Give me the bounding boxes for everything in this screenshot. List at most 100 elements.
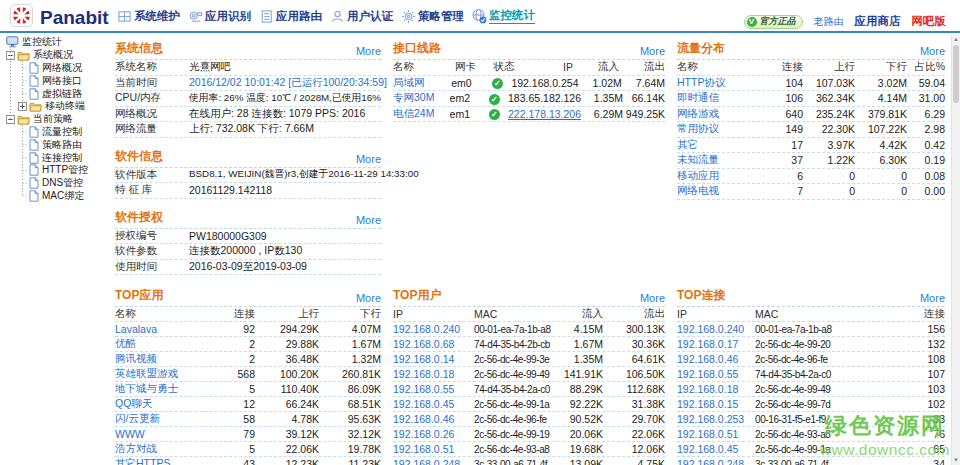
more-link[interactable]: More	[356, 214, 381, 226]
user-link[interactable]: 192.168.0.14	[393, 353, 474, 365]
interface-row: 专网30Mem2✓183.65.182.1261.35M66.14K	[393, 91, 665, 107]
conn-link[interactable]: 192.168.0.18	[677, 383, 755, 395]
traffic-link[interactable]: 未知流量	[677, 153, 758, 167]
scroll-up-arrow[interactable]: ▲	[952, 35, 960, 44]
column-2-top: 接口线路More 名称网卡状态IP流入流出局域网em0✓192.168.0.25…	[393, 41, 665, 293]
interface-link[interactable]: 局域网	[393, 76, 451, 90]
traffic-link[interactable]: 移动应用	[677, 169, 758, 183]
app-link[interactable]: WWW	[115, 428, 210, 440]
conn-link[interactable]: 192.168.0.17	[677, 338, 755, 350]
info-row: 网络流量上行: 732.08K 下行: 7.66M	[115, 122, 381, 138]
more-link[interactable]: More	[356, 292, 381, 304]
app-row: QQ聊天1266.24K68.51K	[115, 397, 381, 412]
panel-title: TOP用户	[393, 287, 441, 304]
netbar-version-link[interactable]: 网吧版	[912, 14, 947, 29]
traffic-link[interactable]: 网络游戏	[677, 107, 758, 121]
more-link[interactable]: More	[920, 45, 945, 57]
conn-link[interactable]: 192.168.0.51	[677, 428, 755, 440]
app-store-link[interactable]: 应用商店	[855, 14, 901, 29]
main-nav: 系统维护应用识别应用路由用户认证策略管理监控统计	[116, 0, 535, 32]
conn-link[interactable]: 192.168.0.45	[677, 443, 755, 455]
more-link[interactable]: More	[356, 153, 381, 165]
policy-icon	[400, 8, 416, 24]
panel-top-users: TOP用户More IPMAC流入流出192.168.0.24000-01-ea…	[393, 293, 665, 465]
conn-row: 192.168.0.152c-56-dc-4e-99-7d102	[677, 397, 945, 412]
more-link[interactable]: More	[640, 45, 665, 57]
conn-row: 192.168.0.25300-16-31-f5-e1-f983	[677, 412, 945, 427]
nav-identify[interactable]: 应用识别	[187, 8, 251, 24]
user-row: 192.168.0.462c-56-dc-4e-96-fe90.52K29.70…	[393, 412, 665, 427]
app-link[interactable]: 其它HTTPS	[115, 457, 210, 465]
conn-link[interactable]: 192.168.0.55	[677, 368, 755, 380]
app-link[interactable]: 闪/云更新	[115, 412, 210, 426]
traffic-link[interactable]: HTTP协议	[677, 76, 758, 90]
traffic-row: 其它173.97K4.42K0.42	[677, 138, 945, 154]
traffic-link[interactable]: 常用协议	[677, 122, 758, 136]
nav-auth[interactable]: 用户认证	[329, 8, 393, 24]
scrollbar-thumb[interactable]	[953, 45, 959, 103]
column-3-top: 流量分布More 名称连接上行下行占比%HTTP协议104107.03K3.02…	[677, 41, 945, 293]
app-row: 英雄联盟游戏568100.20K260.81K	[115, 367, 381, 382]
traffic-row: HTTP协议104107.03K3.02M59.04	[677, 76, 945, 92]
interface-link[interactable]: 电信24M	[393, 107, 450, 121]
scrollbar[interactable]: ▲ ▼	[951, 35, 960, 465]
conn-link[interactable]: 192.168.0.253	[677, 413, 755, 425]
panel-title: TOP应用	[115, 287, 163, 304]
interface-row: 电信24Mem1✓222.178.13.2066.29M949.25K	[393, 107, 665, 123]
main-content: 系统信息More 系统名称光熹网吧当前时间2016/12/02 10:01:42…	[115, 41, 945, 465]
user-link[interactable]: 192.168.0.51	[393, 443, 474, 455]
user-link[interactable]: 192.168.0.240	[393, 323, 474, 335]
user-link[interactable]: 192.168.0.45	[393, 398, 474, 410]
info-row: 特 征 库20161129.142118	[115, 183, 381, 199]
scroll-down-arrow[interactable]: ▼	[952, 456, 960, 465]
nav-route[interactable]: 应用路由	[258, 8, 322, 24]
more-link[interactable]: More	[356, 45, 381, 57]
nav-maintain[interactable]: 系统维护	[116, 8, 180, 24]
nav-monitor[interactable]: 监控统计	[471, 8, 535, 24]
app-link[interactable]: QQ聊天	[115, 397, 210, 411]
interface-ip: 192.168.0.254	[511, 77, 578, 89]
user-link[interactable]: 192.168.0.55	[393, 383, 474, 395]
info-row: 当前时间2016/12/02 10:01:42 [已运行100/20:34:59…	[115, 76, 381, 92]
traffic-link[interactable]: 即时通信	[677, 91, 758, 105]
conn-link[interactable]: 192.168.0.248	[677, 458, 755, 465]
more-link[interactable]: More	[640, 292, 665, 304]
app-link[interactable]: Lavalava	[115, 323, 210, 335]
app-link[interactable]: 地下城与勇士	[115, 382, 210, 396]
user-row: 192.168.0.6874-d4-35-b4-2b-cb1.67M30.36K	[393, 337, 665, 352]
user-link[interactable]: 192.168.0.46	[393, 413, 474, 425]
old-router-link[interactable]: 老路由	[814, 15, 844, 29]
user-link[interactable]: 192.168.0.68	[393, 338, 474, 350]
app-link[interactable]: 英雄联盟游戏	[115, 367, 210, 381]
user-header: IPMAC流入流出	[393, 307, 665, 322]
conn-link[interactable]: 192.168.0.15	[677, 398, 755, 410]
user-row: 192.168.0.5574-d4-35-b4-2a-c088.29K112.6…	[393, 382, 665, 397]
user-row: 192.168.0.24000-01-ea-7a-1b-a84.15M300.1…	[393, 322, 665, 337]
conn-link[interactable]: 192.168.0.46	[677, 353, 755, 365]
user-link[interactable]: 192.168.0.26	[393, 428, 474, 440]
traffic-header: 名称连接上行下行占比%	[677, 60, 945, 76]
app-row: 腾讯视频236.48K1.32M	[115, 352, 381, 367]
interfaces-header: 名称网卡状态IP流入流出	[393, 60, 665, 76]
more-link[interactable]: More	[920, 292, 945, 304]
logo: Panabit	[10, 4, 109, 31]
conn-row: 192.168.0.24000-01-ea-7a-1b-a8156	[677, 322, 945, 337]
user-link[interactable]: 192.168.0.18	[393, 368, 474, 380]
app-row: 地下城与勇士5110.40K86.09K	[115, 382, 381, 397]
identify-icon	[187, 8, 203, 24]
traffic-link[interactable]: 网络电视	[677, 184, 758, 198]
user-link[interactable]: 192.168.0.248	[393, 458, 474, 465]
traffic-link[interactable]: 其它	[677, 138, 758, 152]
nav-policy[interactable]: 策略管理	[400, 8, 464, 24]
app-link[interactable]: 优酷	[115, 337, 210, 351]
app-link[interactable]: 腾讯视频	[115, 352, 210, 366]
interface-ip[interactable]: 222.178.13.206	[508, 108, 581, 120]
genuine-badge[interactable]: V官方正品	[744, 15, 803, 29]
conn-link[interactable]: 192.168.0.240	[677, 323, 755, 335]
conn-row: 192.168.0.462c-56-dc-4e-96-fe108	[677, 352, 945, 367]
panel-license: 软件授权More 授权编号PW180000G309软件参数连接数200000 ,…	[115, 210, 381, 276]
interface-link[interactable]: 专网30M	[393, 91, 450, 105]
app-row: 闪/云更新584.78K95.63K	[115, 412, 381, 427]
app-link[interactable]: 浩方对战	[115, 442, 210, 456]
user-row: 192.168.0.512c-56-dc-4e-93-a819.68K12.06…	[393, 442, 665, 457]
